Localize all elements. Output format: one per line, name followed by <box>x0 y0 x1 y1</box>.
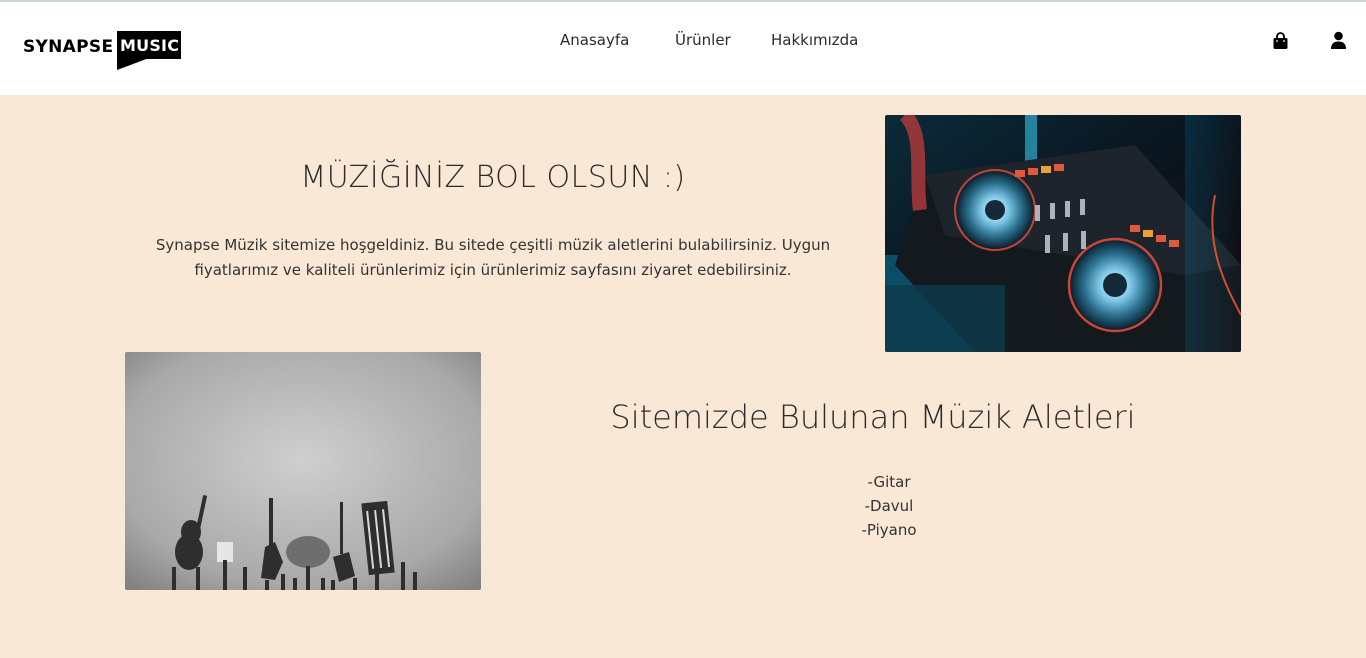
shopping-bag-icon[interactable] <box>1272 32 1289 50</box>
brand-word-music: MUSIC <box>120 36 180 55</box>
hero-title: MÜZİĞİNİZ BOL OLSUN :) <box>300 160 686 195</box>
brand-music-badge-tail <box>117 58 149 70</box>
list-item: -Davul <box>864 497 914 515</box>
brand-word-synapse: SYNAPSE <box>23 37 114 57</box>
nav-link-products[interactable]: Ürünler <box>675 31 731 49</box>
user-icon[interactable] <box>1330 31 1347 50</box>
nav-link-home[interactable]: Anasayfa <box>560 31 629 49</box>
instruments-section-title: Sitemizde Bulunan Müzik Aletleri <box>610 398 1136 436</box>
instruments-list: -Gitar -Davul -Piyano <box>789 470 989 542</box>
list-item: -Gitar <box>867 473 911 491</box>
brand-logo[interactable]: SYNAPSE MUSIC <box>23 31 183 71</box>
dj-controller-image <box>885 115 1241 352</box>
instruments-image <box>125 352 481 590</box>
hero-description: Synapse Müzik sitemize hoşgeldiniz. Bu s… <box>155 236 831 279</box>
list-item: -Piyano <box>861 521 917 539</box>
nav-link-about[interactable]: Hakkımızda <box>771 31 858 49</box>
site-header: SYNAPSE MUSIC Anasayfa Ürünler Hakkımızd… <box>0 2 1366 95</box>
